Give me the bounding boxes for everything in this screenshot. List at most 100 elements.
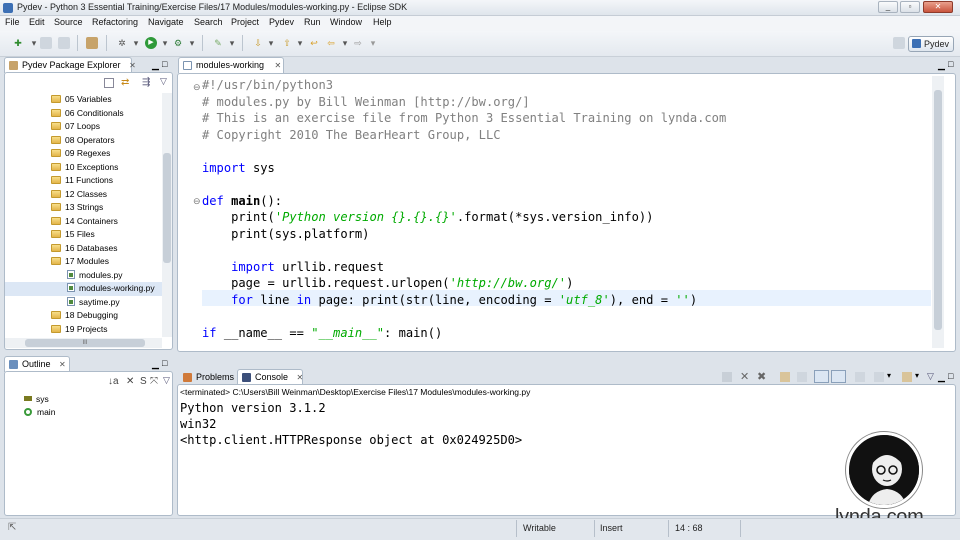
back-dropdown-icon[interactable]: ▾ — [339, 37, 351, 49]
console-menu-icon[interactable]: ▽ — [927, 371, 934, 382]
maximize-editor-icon[interactable]: □ — [948, 59, 953, 69]
menu-refactoring[interactable]: Refactoring — [92, 17, 138, 27]
code-line[interactable]: # Copyright 2010 The BearHeart Group, LL… — [202, 127, 501, 144]
tree-folder-item[interactable]: 13 Strings — [5, 201, 162, 215]
open-perspective-icon[interactable] — [893, 37, 905, 49]
tree-folder-item[interactable]: 14 Containers — [5, 215, 162, 229]
maximize-console-icon[interactable]: □ — [948, 371, 953, 381]
back-icon[interactable]: ⇦ — [325, 37, 337, 49]
hide-static-icon[interactable]: S — [140, 376, 147, 387]
previous-annotation-icon[interactable]: ⇧ — [281, 37, 293, 49]
forward-dropdown-icon[interactable]: ▾ — [367, 37, 379, 49]
minimize-editor-icon[interactable]: ▁ — [938, 60, 945, 71]
close-button[interactable]: ✕ — [923, 1, 953, 13]
debug-dropdown-icon[interactable]: ▾ — [130, 37, 142, 49]
minimize-console-icon[interactable]: ▁ — [938, 372, 945, 383]
display-console-dropdown-icon[interactable]: ▾ — [887, 371, 891, 380]
terminate-icon[interactable] — [722, 372, 732, 382]
explorer-hscroll-thumb[interactable]: III — [25, 339, 145, 347]
external-tools-icon[interactable]: ⚙ — [172, 37, 184, 49]
remove-all-launches-icon[interactable]: ✖ — [757, 370, 766, 383]
tree-folder-item[interactable]: 18 Debugging — [5, 309, 162, 323]
maximize-view-icon[interactable]: □ — [162, 59, 167, 69]
collapse-all-icon[interactable] — [104, 78, 114, 88]
tree-folder-item[interactable]: 12 Classes — [5, 188, 162, 202]
menu-edit[interactable]: Edit — [29, 17, 45, 27]
fold-marker[interactable]: ⊖ — [193, 196, 201, 207]
run-dropdown-icon[interactable]: ▾ — [159, 37, 171, 49]
show-stderr-icon[interactable] — [831, 370, 846, 383]
filter-icon[interactable]: ⇶ — [142, 77, 150, 88]
save-icon[interactable] — [40, 37, 52, 49]
outline-menu-icon[interactable]: ▽ — [163, 375, 170, 386]
open-console-icon[interactable] — [902, 372, 912, 382]
code-line[interactable]: print(sys.platform) — [202, 226, 369, 243]
explorer-hscrollbar[interactable]: III — [5, 338, 162, 348]
tree-file-item[interactable]: modules.py — [5, 269, 162, 283]
explorer-vscrollbar[interactable] — [162, 93, 172, 337]
code-line[interactable]: for line in page: print(str(line, encodi… — [202, 292, 697, 309]
tree-folder-item[interactable]: 07 Loops — [5, 120, 162, 134]
scroll-lock-icon[interactable] — [797, 372, 807, 382]
close-console-tab-icon[interactable]: ✕ — [297, 373, 304, 382]
outline-item-sys[interactable]: sys — [24, 393, 49, 407]
tree-folder-item[interactable]: 08 Operators — [5, 134, 162, 148]
run-icon[interactable]: ▶ — [145, 37, 157, 49]
remove-launch-icon[interactable]: ✕ — [740, 370, 749, 383]
clear-console-icon[interactable] — [780, 372, 790, 382]
next-annotation-dropdown-icon[interactable]: ▾ — [265, 37, 277, 49]
tree-folder-item[interactable]: 06 Conditionals — [5, 107, 162, 121]
tab-package-explorer[interactable]: Pydev Package Explorer ✕ — [4, 57, 136, 73]
menu-window[interactable]: Window — [330, 17, 362, 27]
tab-console[interactable]: Console ✕ — [237, 369, 303, 385]
hide-fields-icon[interactable]: ✕ — [126, 376, 134, 387]
editor-vscrollbar[interactable] — [932, 76, 944, 348]
show-stdout-icon[interactable] — [814, 370, 829, 383]
tree-file-item[interactable]: modules-working.py — [5, 282, 162, 296]
minimize-button[interactable]: _ — [878, 1, 898, 13]
menu-project[interactable]: Project — [231, 17, 259, 27]
wand-dropdown-icon[interactable]: ▾ — [226, 37, 238, 49]
menu-search[interactable]: Search — [194, 17, 223, 27]
menu-navigate[interactable]: Navigate — [148, 17, 184, 27]
close-tab-icon[interactable]: ✕ — [129, 61, 136, 70]
explorer-vscroll-thumb[interactable] — [163, 153, 171, 263]
code-line[interactable]: import urllib.request — [202, 259, 384, 276]
tab-outline[interactable]: Outline ✕ — [4, 356, 70, 372]
external-tools-dropdown-icon[interactable]: ▾ — [186, 37, 198, 49]
code-line[interactable]: #!/usr/bin/python3 — [202, 77, 333, 94]
new-dropdown-icon[interactable]: ▾ — [28, 37, 40, 49]
close-outline-tab-icon[interactable]: ✕ — [59, 360, 66, 369]
tab-problems[interactable]: Problems — [178, 369, 236, 385]
code-line[interactable]: page = urllib.request.urlopen('http://bw… — [202, 275, 573, 292]
display-console-icon[interactable] — [874, 372, 884, 382]
menu-run[interactable]: Run — [304, 17, 321, 27]
open-type-icon[interactable] — [86, 37, 98, 49]
tree-folder-item[interactable]: 16 Databases — [5, 242, 162, 256]
minimize-outline-icon[interactable]: ▁ — [152, 359, 159, 370]
tree-folder-item[interactable]: 17 Modules — [5, 255, 162, 269]
menu-pydev[interactable]: Pydev — [269, 17, 294, 27]
pydev-wand-icon[interactable]: ✎ — [212, 37, 224, 49]
next-annotation-icon[interactable]: ⇩ — [252, 37, 264, 49]
last-edit-icon[interactable]: ↩ — [308, 37, 320, 49]
close-editor-tab-icon[interactable]: ✕ — [275, 61, 282, 70]
tree-folder-item[interactable]: 05 Variables — [5, 93, 162, 107]
pin-console-icon[interactable] — [855, 372, 865, 382]
tab-editor[interactable]: modules-working ✕ — [178, 57, 284, 73]
code-line[interactable]: print('Python version {}.{}.{}'.format(*… — [202, 209, 653, 226]
open-console-dropdown-icon[interactable]: ▾ — [915, 371, 919, 380]
new-icon[interactable]: ✚ — [12, 37, 24, 49]
forward-icon[interactable]: ⇨ — [352, 37, 364, 49]
minimize-view-icon[interactable]: ▁ — [152, 60, 159, 71]
outline-item-main[interactable]: main — [24, 406, 55, 420]
restore-button[interactable]: ▫ — [900, 1, 920, 13]
tree-folder-item[interactable]: 19 Projects — [5, 323, 162, 337]
print-icon[interactable] — [58, 37, 70, 49]
tree-folder-item[interactable]: 15 Files — [5, 228, 162, 242]
perspective-pydev-button[interactable]: Pydev — [908, 36, 954, 52]
maximize-outline-icon[interactable]: □ — [162, 358, 167, 368]
sort-icon[interactable]: ↓a — [108, 376, 119, 387]
previous-annotation-dropdown-icon[interactable]: ▾ — [294, 37, 306, 49]
tree-folder-item[interactable]: 09 Regexes — [5, 147, 162, 161]
